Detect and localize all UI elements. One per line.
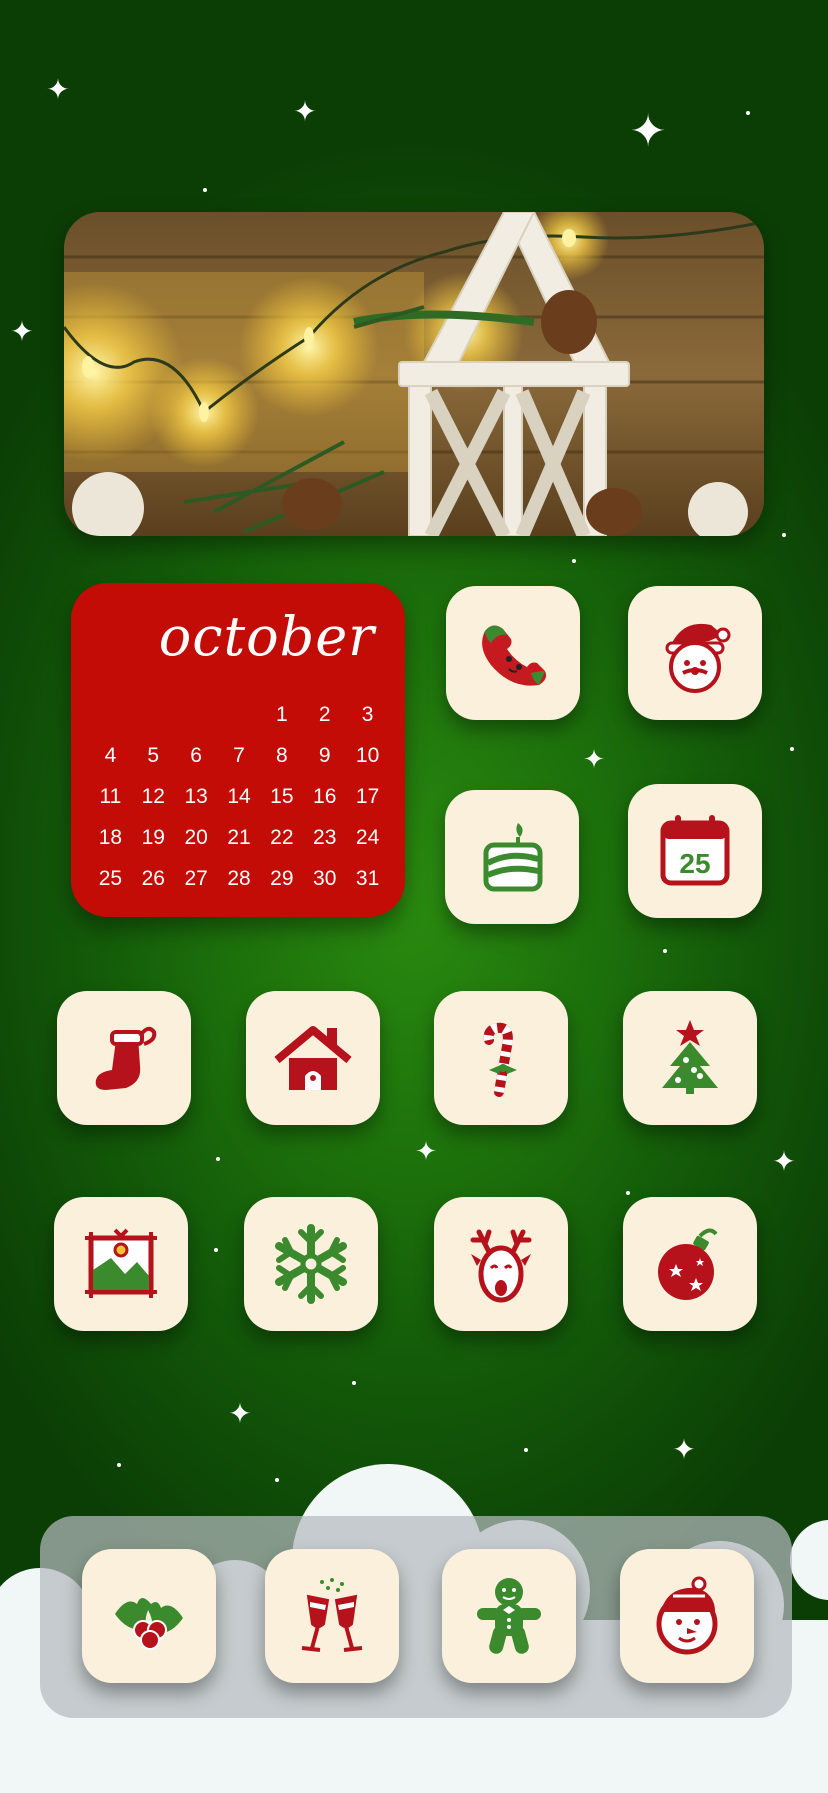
picture-icon xyxy=(85,1228,157,1298)
calendar-day: 29 xyxy=(270,867,294,890)
calendar-day: 9 xyxy=(318,744,331,767)
calendar-day: 3 xyxy=(361,703,374,726)
phone-app[interactable] xyxy=(446,586,580,720)
ornament-app[interactable] xyxy=(623,1197,757,1331)
star-dot xyxy=(663,949,667,953)
calendar-day: 5 xyxy=(147,744,160,767)
calendar-day: 6 xyxy=(190,744,202,767)
calendar-day: 17 xyxy=(355,785,380,808)
calendar-day: 2 xyxy=(318,703,331,726)
calendar-day: 24 xyxy=(355,826,380,849)
calendar-day: 15 xyxy=(270,785,294,808)
calendar-day: 31 xyxy=(355,867,380,890)
calendar-day xyxy=(89,700,132,729)
photo-widget[interactable] xyxy=(64,212,764,536)
dock-snowman-app[interactable] xyxy=(620,1549,754,1683)
christmas-tree-icon xyxy=(662,1020,718,1094)
home-screen: { "wallpaper": {"colors": {"center": "#2… xyxy=(0,0,828,1793)
sparkle-icon: ✦ xyxy=(772,1145,796,1178)
calendar-day: 20 xyxy=(184,826,208,849)
star-dot xyxy=(572,559,576,563)
star-dot xyxy=(746,111,750,115)
dock-champagne-app[interactable] xyxy=(265,1549,399,1683)
santa-icon xyxy=(665,623,731,693)
star-dot xyxy=(782,533,786,537)
candy-cane-icon xyxy=(483,1022,517,1097)
calendar-icon-number: 25 xyxy=(679,848,710,879)
christmas-tree-app[interactable] xyxy=(623,991,757,1125)
calendar-day xyxy=(132,700,175,729)
phone-icon xyxy=(482,625,547,686)
calendar-day: 10 xyxy=(355,744,380,767)
calendar-day: 21 xyxy=(227,826,251,849)
calendar-day: 27 xyxy=(184,867,208,890)
calendar-25-icon: 25 xyxy=(660,815,730,886)
calendar-day: 1 xyxy=(276,703,288,726)
champagne-icon xyxy=(301,1578,363,1652)
calendar-app[interactable]: 25 xyxy=(628,784,762,918)
calendar-widget[interactable]: october 1 2 3 4 5 6 7 8 9 10 11 12 13 14 15 16 17 18 19 20 2… xyxy=(71,583,405,917)
star-dot xyxy=(216,1157,220,1161)
sparkle-icon: ✦ xyxy=(293,95,317,128)
calendar-day: 28 xyxy=(227,867,251,890)
home-app[interactable] xyxy=(246,991,380,1125)
gingerbread-icon xyxy=(477,1578,541,1654)
dock-holly-app[interactable] xyxy=(82,1549,216,1683)
calendar-day xyxy=(218,700,261,729)
ornament-icon xyxy=(658,1228,718,1300)
calendar-day: 7 xyxy=(233,744,245,767)
reindeer-icon xyxy=(470,1229,532,1303)
calendar-day xyxy=(175,700,218,729)
calendar-day: 12 xyxy=(141,785,165,808)
calendar-day: 16 xyxy=(313,785,337,808)
calendar-day: 25 xyxy=(98,867,123,890)
star-dot xyxy=(203,188,207,192)
calendar-day: 22 xyxy=(270,826,294,849)
sparkle-icon: ✦ xyxy=(10,315,34,348)
cake-app[interactable] xyxy=(445,790,579,924)
calendar-day: 13 xyxy=(184,785,208,808)
photos-app[interactable] xyxy=(54,1197,188,1331)
calendar-month-label: october xyxy=(158,605,375,668)
sparkle-icon: ✦ xyxy=(228,1397,252,1430)
christmas-lantern-photo xyxy=(64,212,764,536)
calendar-day: 8 xyxy=(276,744,288,767)
calendar-day: 4 xyxy=(104,744,117,767)
calendar-day: 30 xyxy=(313,867,337,890)
sparkle-icon: ✦ xyxy=(583,745,605,775)
calendar-day: 18 xyxy=(98,826,123,849)
candy-cane-app[interactable] xyxy=(434,991,568,1125)
holly-icon xyxy=(115,1598,183,1650)
sparkle-icon: ✦ xyxy=(629,106,667,157)
calendar-day: 19 xyxy=(141,826,165,849)
calendar-day: 11 xyxy=(99,785,122,808)
snowflake-app[interactable] xyxy=(244,1197,378,1331)
star-dot xyxy=(352,1381,356,1385)
star-dot xyxy=(790,747,794,751)
star-dot xyxy=(626,1191,630,1195)
calendar-day: 14 xyxy=(227,785,251,808)
calendar-day: 23 xyxy=(313,826,337,849)
sparkle-icon: ✦ xyxy=(46,73,70,106)
santa-app[interactable] xyxy=(628,586,762,720)
calendar-days-grid: 1 2 3 4 5 6 7 8 9 10 11 12 13 14 15 16 17 18 19 20 21 22 23 24 2… xyxy=(89,700,389,893)
snowman-icon xyxy=(656,1576,718,1655)
reindeer-app[interactable] xyxy=(434,1197,568,1331)
dock-gingerbread-app[interactable] xyxy=(442,1549,576,1683)
stocking-icon xyxy=(95,1026,157,1090)
star-dot xyxy=(214,1248,218,1252)
stocking-app[interactable] xyxy=(57,991,191,1125)
cake-icon xyxy=(483,823,543,892)
calendar-day: 26 xyxy=(141,867,165,890)
house-icon xyxy=(274,1026,352,1090)
snowflake-icon xyxy=(275,1224,347,1304)
sparkle-icon: ✦ xyxy=(415,1137,437,1167)
